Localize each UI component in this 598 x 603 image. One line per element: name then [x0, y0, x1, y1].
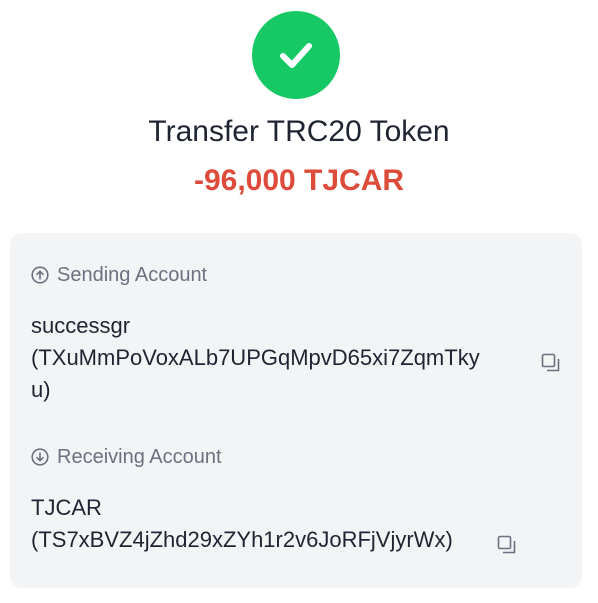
success-check-badge — [252, 11, 340, 99]
sending-account-name: successgr — [31, 313, 131, 338]
sending-account-label: Sending Account — [31, 263, 207, 287]
arrow-down-circle-icon — [31, 448, 49, 466]
receiving-account-address-text: (TS7xBVZ4jZhd29xZYh1r2v6JoRFjVjyrWx) — [31, 527, 453, 552]
receiving-account-label: Receiving Account — [31, 445, 222, 469]
receiving-account-address: (TS7xBVZ4jZhd29xZYh1r2v6JoRFjVjyrWx) — [31, 524, 551, 556]
receiving-account-label-text: Receiving Account — [57, 446, 222, 468]
transfer-amount: -96,000 TJCAR — [193, 164, 405, 197]
receiving-account-value: TJCAR (TS7xBVZ4jZhd29xZYh1r2v6JoRFjVjyrW… — [31, 492, 551, 556]
check-icon — [280, 43, 312, 68]
sending-account-address-wrap: u) — [31, 377, 51, 402]
copy-icon[interactable] — [497, 535, 517, 555]
receiving-account-name: TJCAR — [31, 495, 102, 520]
sending-account-label-text: Sending Account — [57, 264, 208, 286]
sending-account-value: successgr (TXuMmPoVoxALb7UPGqMpvD65xi7Zq… — [31, 310, 551, 406]
transaction-title: Transfer TRC20 Token — [148, 115, 450, 148]
sending-account-address: (TXuMmPoVoxALb7UPGqMpvD65xi7ZqmTky — [31, 345, 480, 370]
arrow-up-circle-icon — [31, 266, 49, 284]
transaction-details-card: Sending Account successgr (TXuMmPoVoxALb… — [10, 233, 582, 588]
copy-icon[interactable] — [541, 353, 561, 373]
